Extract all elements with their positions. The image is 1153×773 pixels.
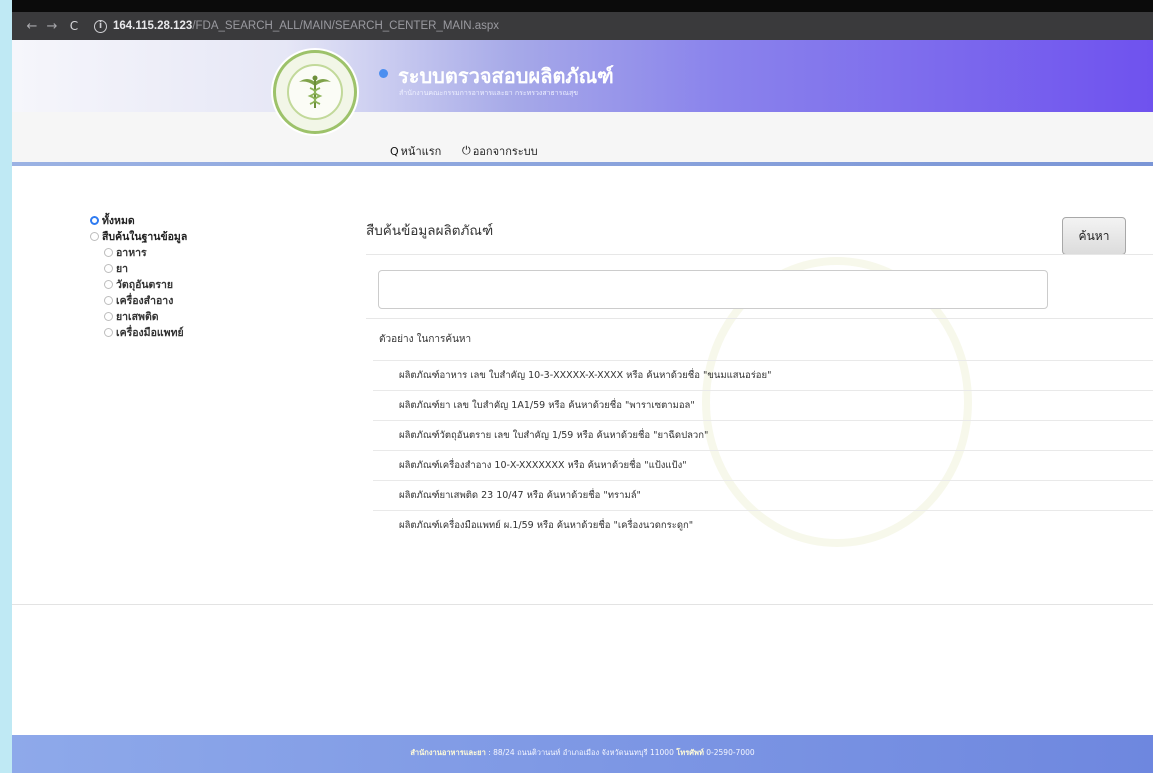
desktop-edge xyxy=(0,0,12,773)
radio-button[interactable] xyxy=(104,263,113,273)
menu-underline xyxy=(12,162,1153,166)
radio-cosmetic-label: เครื่องสำอาง xyxy=(116,294,174,307)
url-path: /FDA_SEARCH_ALL/MAIN/SEARCH_CENTER_MAIN.… xyxy=(192,20,500,32)
forward-arrow-icon[interactable]: → xyxy=(42,19,62,34)
radio-food[interactable]: อาหาร xyxy=(90,244,187,260)
reload-icon[interactable]: C xyxy=(64,19,84,33)
back-arrow-icon[interactable]: ← xyxy=(22,19,42,34)
radio-food-label: อาหาร xyxy=(116,246,147,259)
page-title: สืบค้นข้อมูลผลิตภัณฑ์ xyxy=(366,223,494,239)
caduceus-seal-icon xyxy=(273,50,357,134)
radio-button[interactable] xyxy=(104,311,113,321)
footer-text: สำนักงานอาหารและยา : 88/24 ถนนติวานนท์ อ… xyxy=(12,747,1153,759)
radio-all[interactable]: ทั้งหมด xyxy=(90,212,187,228)
example-drug[interactable]: ผลิตภัณฑ์ยา เลข ใบสำคัญ 1A1/59 หรือ ค้นห… xyxy=(373,390,1153,420)
site-subtitle: สำนักงานคณะกรรมการอาหารและยา กระทรวงสาธา… xyxy=(399,89,579,97)
search-button[interactable]: ค้นหา xyxy=(1062,217,1126,255)
search-icon: Q xyxy=(390,144,399,158)
radio-cosmetic[interactable]: เครื่องสำอาง xyxy=(90,292,187,308)
radio-database[interactable]: สืบค้นในฐานข้อมูล xyxy=(90,228,187,244)
radio-hazardous[interactable]: วัตถุอันตราย xyxy=(90,276,187,292)
caduceus-icon xyxy=(299,75,331,108)
example-food[interactable]: ผลิตภัณฑ์อาหาร เลข ใบสำคัญ 10-3-XXXXX-X-… xyxy=(373,360,1153,390)
divider xyxy=(366,318,1153,319)
radio-narcotic-label: ยาเสพติด xyxy=(116,310,159,323)
radio-button[interactable] xyxy=(90,231,99,241)
browser-toolbar: ← → C i 164.115.28.123/FDA_SEARCH_ALL/MA… xyxy=(12,12,1153,40)
footer-phone-label: โทรศัพท์ xyxy=(676,748,704,757)
radio-medical-device-label: เครื่องมือแพทย์ xyxy=(116,326,184,339)
footer-address: : 88/24 ถนนติวานนท์ อำเภอเมือง จังหวัดนน… xyxy=(485,748,677,757)
radio-button[interactable] xyxy=(104,295,113,305)
search-input[interactable] xyxy=(378,270,1048,309)
title-bullet xyxy=(379,69,388,78)
power-icon: ⏻ xyxy=(462,144,471,157)
radio-button[interactable] xyxy=(104,247,113,257)
radio-all-label: ทั้งหมด xyxy=(102,214,135,227)
radio-medical-device[interactable]: เครื่องมือแพทย์ xyxy=(90,324,187,340)
seal-center xyxy=(287,64,343,120)
menu-logout-label: ออกจากระบบ xyxy=(472,145,538,158)
examples-header: ตัวอย่าง ในการค้นหา xyxy=(379,334,472,345)
radio-button[interactable] xyxy=(90,215,99,225)
radio-database-label: สืบค้นในฐานข้อมูล xyxy=(102,230,188,243)
address-bar[interactable]: 164.115.28.123/FDA_SEARCH_ALL/MAIN/SEARC… xyxy=(113,20,499,32)
radio-narcotic[interactable]: ยาเสพติด xyxy=(90,308,187,324)
example-hazardous[interactable]: ผลิตภัณฑ์วัตถุอันตราย เลข ใบสำคัญ 1/59 ห… xyxy=(373,420,1153,450)
example-narcotic[interactable]: ผลิตภัณฑ์ยาเสพติด 23 10/47 หรือ ค้นหาด้ว… xyxy=(373,480,1153,510)
category-filter: ทั้งหมด สืบค้นในฐานข้อมูล อาหาร ยา วัตถุ… xyxy=(90,212,187,340)
example-cosmetic[interactable]: ผลิตภัณฑ์เครื่องสำอาง 10-X-XXXXXXX หรือ … xyxy=(373,450,1153,480)
browser-window: ← → C i 164.115.28.123/FDA_SEARCH_ALL/MA… xyxy=(12,12,1153,773)
footer-phone: 0-2590-7000 xyxy=(703,748,755,757)
radio-button[interactable] xyxy=(104,279,113,289)
radio-hazardous-label: วัตถุอันตราย xyxy=(116,278,174,291)
menu-bar xyxy=(12,112,1153,162)
divider xyxy=(12,604,1153,605)
radio-drug[interactable]: ยา xyxy=(90,260,187,276)
menu-home-label: หน้าแรก xyxy=(400,145,442,158)
example-medical-device[interactable]: ผลิตภัณฑ์เครื่องมือแพทย์ ผ.1/59 หรือ ค้น… xyxy=(373,510,1153,540)
footer-org: สำนักงานอาหารและยา xyxy=(410,748,486,757)
info-icon[interactable]: i xyxy=(94,19,107,33)
divider xyxy=(366,254,1153,255)
menu-home[interactable]: Q หน้าแรก xyxy=(390,142,441,160)
url-host: 164.115.28.123 xyxy=(113,20,193,32)
radio-button[interactable] xyxy=(104,327,113,337)
radio-drug-label: ยา xyxy=(116,262,129,275)
menu-logout[interactable]: ⏻ ออกจากระบบ xyxy=(462,142,538,160)
